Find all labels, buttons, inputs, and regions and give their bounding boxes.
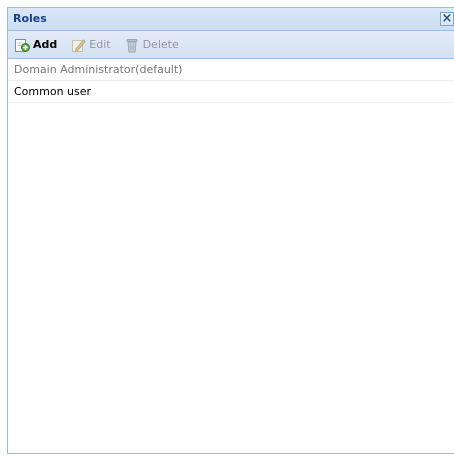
edit-icon	[70, 37, 86, 53]
add-icon	[14, 37, 30, 53]
edit-button[interactable]: Edit	[70, 35, 111, 55]
trash-icon	[124, 37, 140, 53]
delete-label: Delete	[142, 38, 179, 51]
panel-title: Roles	[13, 12, 47, 25]
roles-list: Domain Administrator(default) Common use…	[8, 59, 454, 103]
panel-header: Roles ×	[8, 8, 454, 31]
delete-button[interactable]: Delete	[124, 35, 179, 55]
list-item[interactable]: Common user	[8, 81, 454, 103]
roles-panel: Roles × Add Edit Delete Domain Administr…	[7, 7, 454, 454]
add-button[interactable]: Add	[14, 35, 57, 55]
close-icon: ×	[441, 11, 453, 26]
toolbar: Add Edit Delete	[8, 31, 454, 59]
edit-label: Edit	[89, 38, 111, 51]
add-label: Add	[33, 38, 58, 51]
list-item[interactable]: Domain Administrator(default)	[8, 59, 454, 81]
close-button[interactable]: ×	[440, 12, 454, 26]
